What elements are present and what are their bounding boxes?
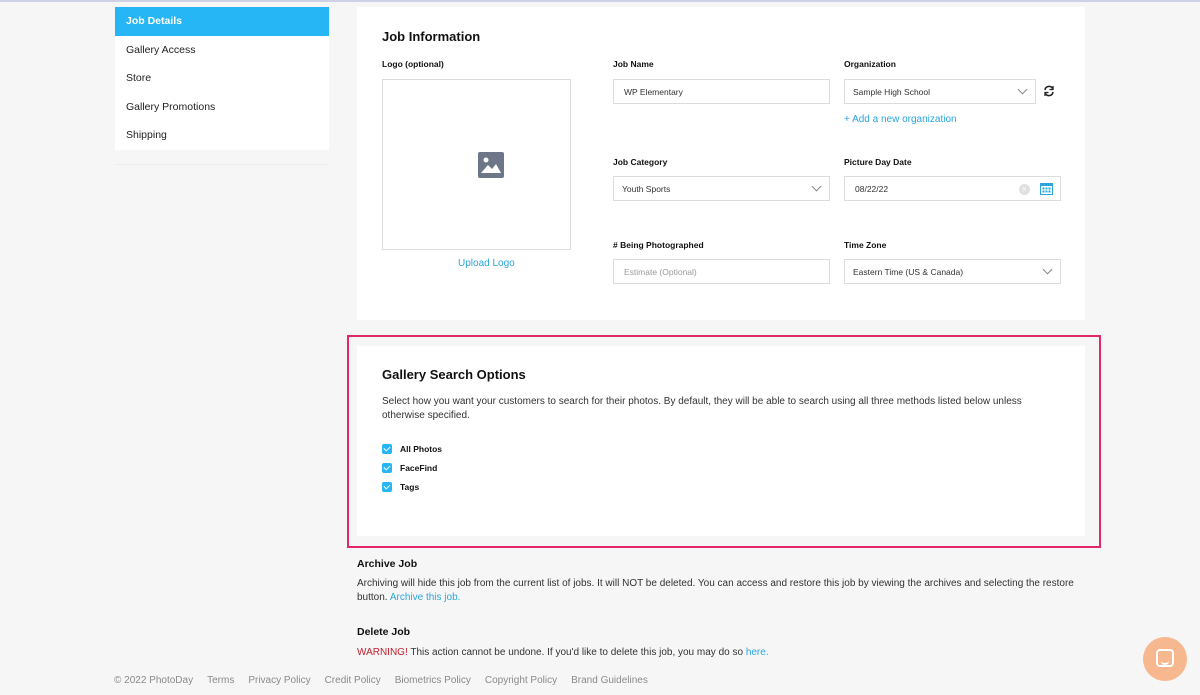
- top-border: [0, 0, 1200, 2]
- add-organization-link[interactable]: + Add a new organization: [844, 114, 957, 125]
- chevron-down-icon: [1042, 264, 1053, 275]
- footer-link-privacy[interactable]: Privacy Policy: [248, 675, 310, 686]
- chat-icon: [1156, 649, 1174, 667]
- footer-link-biometrics[interactable]: Biometrics Policy: [395, 675, 471, 686]
- sidebar-item-shipping[interactable]: Shipping: [115, 121, 329, 150]
- time-zone-value: Eastern Time (US & Canada): [853, 266, 964, 277]
- sidebar-item-job-details[interactable]: Job Details: [115, 7, 329, 36]
- archive-job-link[interactable]: Archive this job.: [390, 592, 461, 603]
- job-information-panel: Job Information Logo (optional) Upload L…: [357, 7, 1085, 320]
- chevron-down-icon: [1017, 84, 1028, 95]
- picture-day-value: 08/22/22: [855, 183, 889, 194]
- warning-label: WARNING!: [357, 647, 408, 658]
- chat-button[interactable]: [1143, 637, 1187, 681]
- footer: © 2022 PhotoDay Terms Privacy Policy Cre…: [114, 675, 662, 686]
- clear-icon[interactable]: ×: [1019, 184, 1030, 195]
- delete-job-text: WARNING! This action cannot be undone. I…: [357, 646, 1082, 660]
- job-name-input[interactable]: WP Elementary: [613, 79, 830, 104]
- time-zone-select[interactable]: Eastern Time (US & Canada): [844, 259, 1061, 284]
- organization-select[interactable]: Sample High School: [844, 79, 1036, 104]
- sidebar-item-store[interactable]: Store: [115, 64, 329, 93]
- organization-label: Organization: [844, 59, 896, 69]
- refresh-icon[interactable]: [1043, 85, 1055, 97]
- sidebar-item-gallery-access[interactable]: Gallery Access: [115, 36, 329, 65]
- highlight-frame: [347, 335, 1101, 548]
- sidebar-nav: Job Details Gallery Access Store Gallery…: [115, 7, 329, 150]
- sidebar-divider: [115, 164, 329, 165]
- image-placeholder-icon: [478, 152, 504, 178]
- logo-dropzone[interactable]: [382, 79, 571, 250]
- job-category-label: Job Category: [613, 157, 668, 167]
- delete-job-link[interactable]: here.: [746, 647, 769, 658]
- footer-copyright: © 2022 PhotoDay: [114, 675, 194, 686]
- chevron-down-icon: [811, 181, 822, 192]
- being-photographed-label: # Being Photographed: [613, 240, 704, 250]
- picture-day-date-input[interactable]: 08/22/22 ×: [844, 176, 1061, 201]
- time-zone-label: Time Zone: [844, 240, 887, 250]
- logo-label: Logo (optional): [382, 59, 444, 69]
- job-category-value: Youth Sports: [622, 183, 671, 194]
- job-category-select[interactable]: Youth Sports: [613, 176, 830, 201]
- archive-job-text: Archiving will hide this job from the cu…: [357, 577, 1082, 605]
- being-photographed-placeholder: Estimate (Optional): [624, 266, 697, 277]
- footer-link-brand[interactable]: Brand Guidelines: [571, 675, 648, 686]
- being-photographed-input[interactable]: Estimate (Optional): [613, 259, 830, 284]
- picture-day-label: Picture Day Date: [844, 157, 912, 167]
- footer-link-credit[interactable]: Credit Policy: [325, 675, 381, 686]
- job-name-label: Job Name: [613, 59, 654, 69]
- sidebar-item-gallery-promotions[interactable]: Gallery Promotions: [115, 93, 329, 122]
- job-information-title: Job Information: [382, 29, 481, 44]
- footer-link-copyright[interactable]: Copyright Policy: [485, 675, 557, 686]
- job-name-value: WP Elementary: [624, 86, 683, 97]
- archive-description: Archiving will hide this job from the cu…: [357, 578, 1074, 603]
- organization-value: Sample High School: [853, 86, 931, 97]
- upload-logo-link[interactable]: Upload Logo: [458, 258, 515, 269]
- delete-job-title: Delete Job: [357, 626, 411, 638]
- archive-job-title: Archive Job: [357, 558, 418, 570]
- calendar-icon[interactable]: [1040, 182, 1053, 195]
- delete-description: This action cannot be undone. If you'd l…: [410, 647, 744, 658]
- footer-link-terms[interactable]: Terms: [207, 675, 234, 686]
